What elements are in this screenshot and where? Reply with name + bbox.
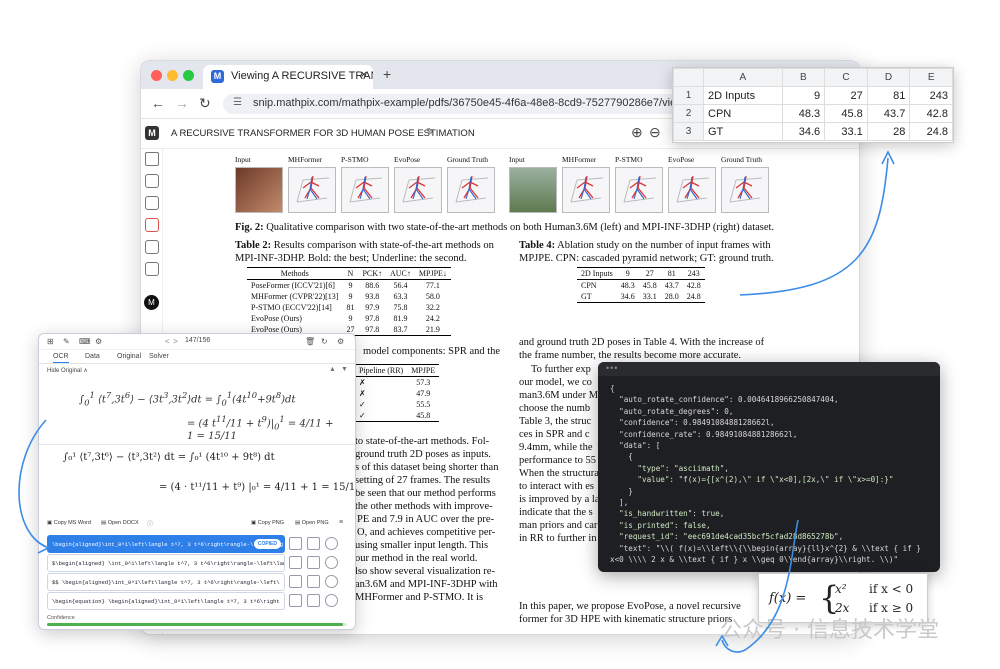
annotation-arrows (18, 150, 895, 653)
arrowhead-result (37, 541, 50, 554)
arrow-json-to-math (721, 519, 799, 653)
arrow-table-to-sheet (739, 157, 889, 296)
arrow-image-to-result (18, 419, 47, 548)
